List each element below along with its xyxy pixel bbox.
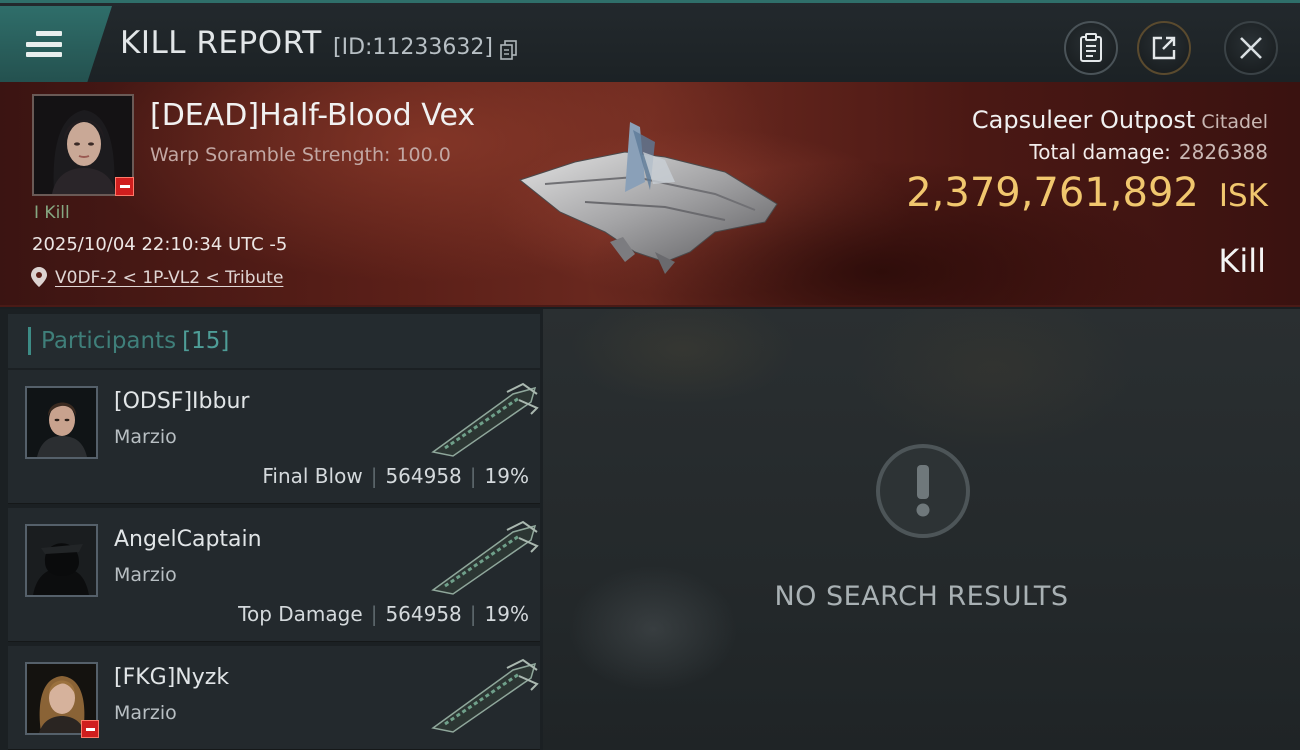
participant-corp: Marzio (114, 426, 177, 448)
participant-ship-icon (431, 382, 539, 457)
total-damage-value: 2826388 (1178, 140, 1268, 164)
isk-currency: ISK (1218, 178, 1268, 214)
participant-percent: 19% (484, 464, 529, 488)
kill-banner: I Kill [DEAD]Half-Blood Vex Warp Sorambl… (0, 82, 1300, 307)
participant-stats: Top Damage | 564958 | 19% (238, 602, 529, 626)
share-icon (1152, 36, 1176, 60)
participant-damage: 564958 (385, 602, 462, 626)
participant-damage: 564958 (385, 464, 462, 488)
page-title: KILL REPORT (120, 25, 322, 61)
isk-value: 2,379,761,892 (906, 170, 1199, 216)
empty-results-text: NO SEARCH RESULTS (774, 581, 1069, 612)
menu-button[interactable] (0, 6, 112, 82)
share-button[interactable] (1137, 21, 1191, 75)
participant-name[interactable]: [ODSF]Ibbur (114, 389, 249, 414)
target-name: Capsuleer Outpost Citadel (972, 106, 1268, 134)
participant-row[interactable]: [ODSF]Ibbur Marzio Final Blow | 564958 | 19% (8, 370, 540, 504)
total-damage-label: Total damage: (1029, 140, 1171, 164)
participants-header: Participants [15] (8, 314, 540, 368)
participant-name[interactable]: [FKG]Nyzk (114, 665, 229, 690)
report-id: [ID:11233632] (333, 35, 493, 60)
participant-role: Top Damage (238, 602, 363, 626)
participant-name[interactable]: AngelCaptain (114, 527, 262, 552)
participant-avatar[interactable] (25, 386, 98, 459)
clipboard-button[interactable] (1064, 21, 1118, 75)
participant-corp: Marzio (114, 702, 177, 724)
participant-stats: Final Blow | 564958 | 19% (262, 464, 529, 488)
target-class: Citadel (1201, 111, 1268, 133)
participant-ship-icon (431, 658, 539, 733)
total-damage: Total damage: 2826388 (1029, 140, 1268, 164)
copy-icon[interactable] (500, 40, 518, 60)
participant-role: Final Blow (262, 464, 363, 488)
stats-separator: | (370, 464, 378, 488)
stats-separator: | (469, 602, 477, 626)
stats-separator: | (370, 602, 378, 626)
victim-name[interactable]: [DEAD]Half-Blood Vex (150, 98, 475, 133)
exclamation-icon (876, 444, 970, 538)
close-button[interactable] (1224, 21, 1278, 75)
close-icon (1240, 37, 1262, 59)
location-pin-icon (31, 267, 47, 287)
kill-result: Kill (1218, 242, 1266, 280)
participants-count: [15] (182, 328, 230, 354)
target-label: Capsuleer Outpost (971, 106, 1196, 134)
header-accent-bar (28, 327, 31, 355)
participants-label: Participants (41, 328, 177, 354)
dead-badge (81, 720, 99, 738)
location-link[interactable]: V0DF-2 < 1P-VL2 < Tribute (55, 268, 283, 288)
kill-timestamp: 2025/10/04 22:10:34 UTC -5 (32, 234, 288, 255)
participant-avatar[interactable] (25, 524, 98, 597)
stats-separator: | (469, 464, 477, 488)
avatar (27, 388, 96, 457)
participant-row[interactable]: AngelCaptain Marzio Top Damage | 564958 | 19… (8, 508, 540, 642)
menu-icon (26, 31, 62, 57)
participant-row[interactable]: [FKG]Nyzk Marzio (8, 646, 540, 750)
avatar (27, 526, 96, 595)
dead-badge (115, 177, 134, 196)
top-bar: KILL REPORT [ID:11233632] (0, 0, 1300, 82)
kill-count: I Kill (34, 203, 70, 223)
participant-ship-icon (431, 520, 539, 595)
results-panel: NO SEARCH RESULTS (543, 309, 1300, 750)
isk-value-line: 2,379,761,892 ISK (906, 170, 1268, 216)
citadel-ship-image (518, 122, 778, 274)
participant-percent: 19% (484, 602, 529, 626)
warp-strength: Warp Soramble Strength: 100.0 (150, 144, 451, 166)
participant-corp: Marzio (114, 564, 177, 586)
clipboard-icon (1080, 33, 1102, 62)
participants-panel: Participants [15] [ODSF]Ibbur Marzio Fin… (0, 309, 543, 750)
